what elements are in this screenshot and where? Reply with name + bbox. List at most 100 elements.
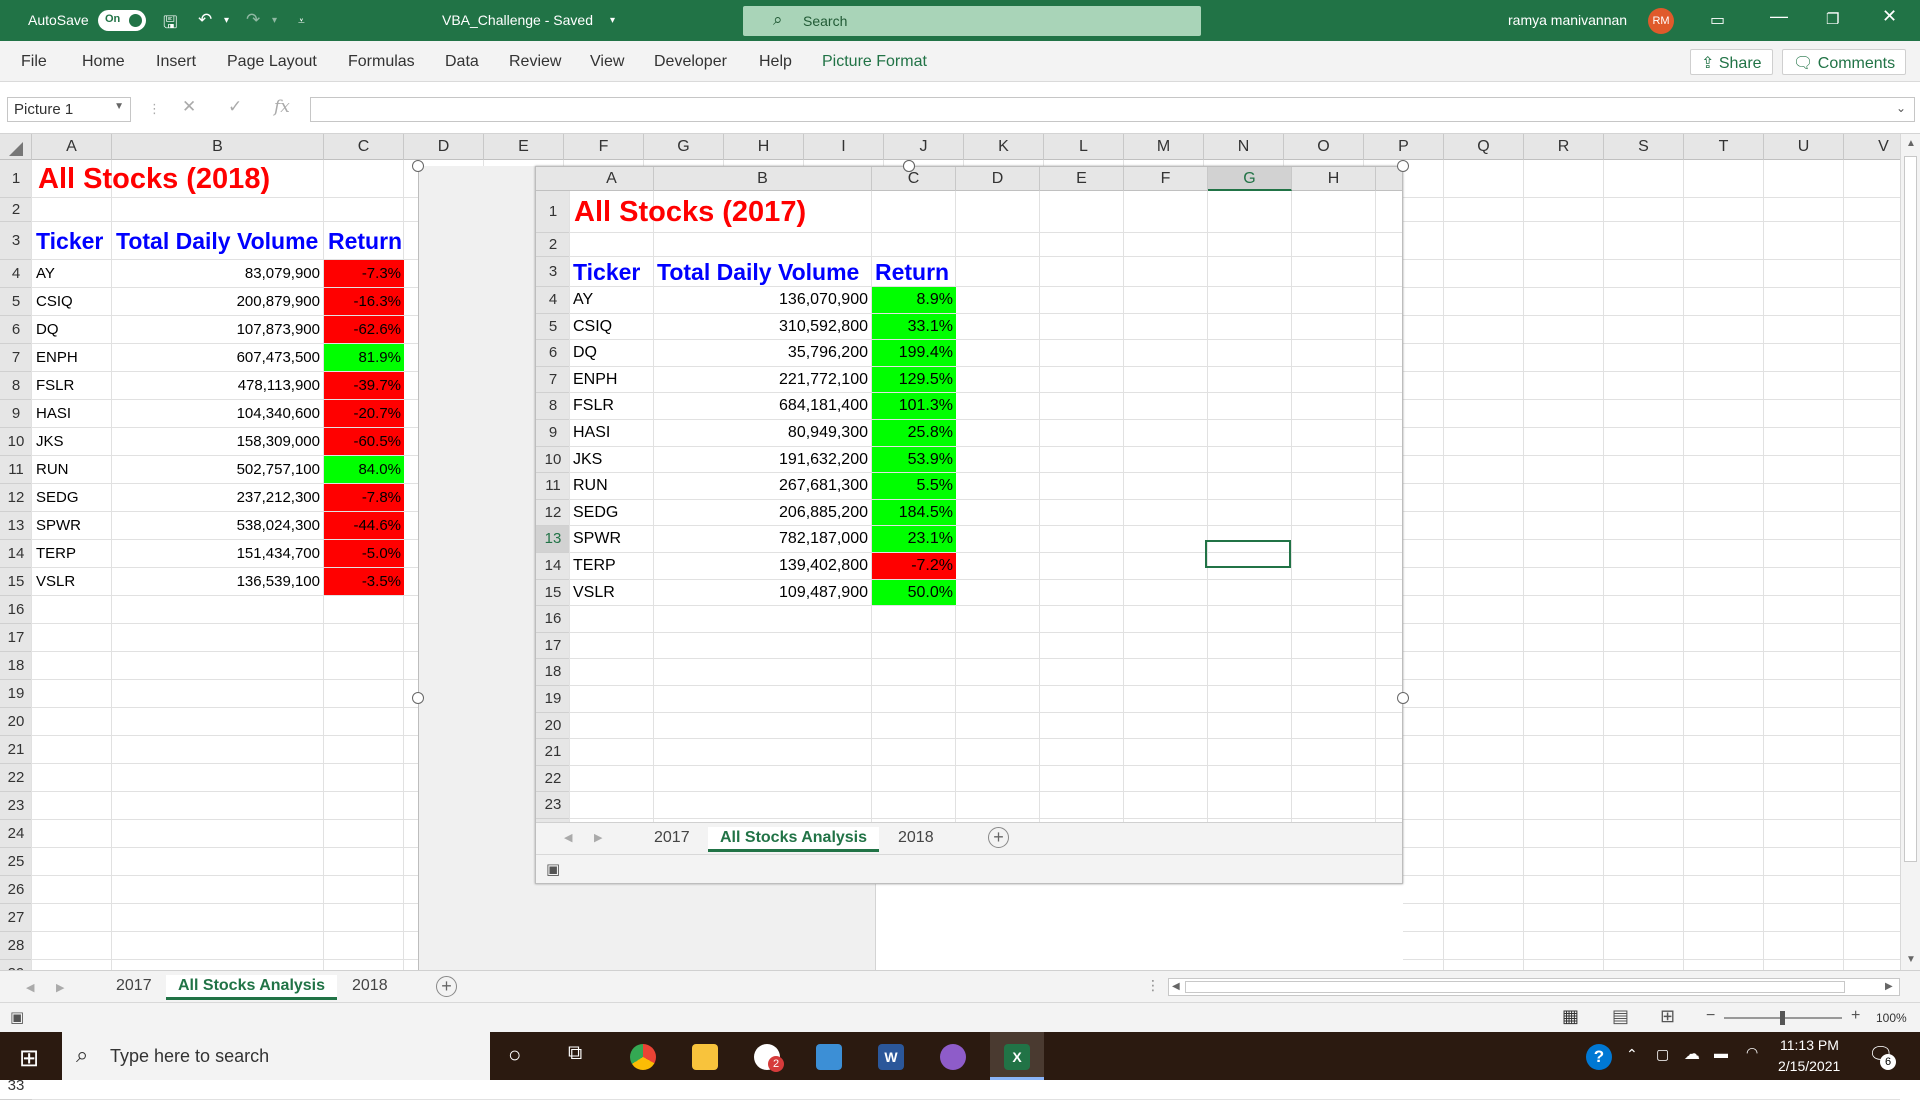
- vertical-scrollbar[interactable]: ▲ ▼: [1900, 134, 1920, 970]
- embedded-picture[interactable]: ABCDEFGH 1 2 3 4 5 6 7 8 9 10 11 12 13 14 15 16 17 18 19 20…: [535, 166, 1403, 884]
- row-header-26[interactable]: 26: [0, 876, 32, 904]
- row-header-5[interactable]: 5: [0, 288, 32, 316]
- task-view-icon[interactable]: ⧉: [568, 1042, 582, 1065]
- row-header-19[interactable]: 19: [0, 680, 32, 708]
- column-header-r[interactable]: R: [1524, 134, 1604, 160]
- scroll-up-icon[interactable]: ▲: [1906, 138, 1916, 149]
- name-box[interactable]: Picture 1 ▼: [7, 97, 131, 122]
- column-header-s[interactable]: S: [1604, 134, 1684, 160]
- normal-view-icon[interactable]: ▦: [1562, 1006, 1579, 1027]
- slack-icon[interactable]: 2: [754, 1044, 784, 1072]
- comments-button[interactable]: 🗨 Comments: [1782, 49, 1907, 75]
- row-header-21[interactable]: 21: [0, 736, 32, 764]
- resize-handle-ml[interactable]: [412, 692, 424, 704]
- row-header-20[interactable]: 20: [0, 708, 32, 736]
- row-header-22[interactable]: 22: [0, 764, 32, 792]
- hscroll-right-icon[interactable]: ▶: [1885, 981, 1893, 992]
- row-header-18[interactable]: 18: [0, 652, 32, 680]
- zoom-level[interactable]: 100%: [1876, 1011, 1907, 1025]
- customize-qa-icon[interactable]: ⩡: [298, 14, 305, 29]
- resize-handle-mr[interactable]: [1397, 692, 1409, 704]
- macro-recording-icon[interactable]: ▣: [10, 1008, 24, 1026]
- scroll-tabs-right-icon[interactable]: ▶: [56, 981, 64, 994]
- tab-data[interactable]: Data: [445, 53, 479, 71]
- column-header-d[interactable]: D: [404, 134, 484, 160]
- ribbon-display-icon[interactable]: ▭: [1710, 10, 1725, 30]
- row-header-6[interactable]: 6: [0, 316, 32, 344]
- column-header-a[interactable]: A: [32, 134, 112, 160]
- row-header-10[interactable]: 10: [0, 428, 32, 456]
- hscroll-left-icon[interactable]: ◀: [1172, 981, 1180, 992]
- sheet-tab-all-stocks-analysis[interactable]: All Stocks Analysis: [166, 975, 338, 1000]
- column-header-l[interactable]: L: [1044, 134, 1124, 160]
- photos-icon[interactable]: [816, 1044, 842, 1070]
- tab-splitter-icon[interactable]: ⋮: [1146, 977, 1160, 994]
- file-explorer-icon[interactable]: [692, 1044, 718, 1070]
- column-header-e[interactable]: E: [484, 134, 564, 160]
- row-header-4[interactable]: 4: [0, 260, 32, 288]
- wifi-icon[interactable]: ◠: [1746, 1044, 1758, 1061]
- formula-input[interactable]: [310, 97, 1915, 122]
- scroll-tabs-left-icon[interactable]: ◀: [26, 981, 34, 994]
- row-header-24[interactable]: 24: [0, 820, 32, 848]
- enter-icon[interactable]: ✓: [228, 97, 242, 117]
- tab-view[interactable]: View: [590, 53, 624, 71]
- column-header-f[interactable]: F: [564, 134, 644, 160]
- row-header-3[interactable]: 3: [0, 222, 32, 260]
- excel-taskbar-active[interactable]: X: [990, 1032, 1044, 1080]
- scroll-down-icon[interactable]: ▼: [1906, 954, 1916, 965]
- rotate-handle[interactable]: [903, 160, 915, 172]
- expand-formula-icon[interactable]: ⌄: [1896, 101, 1906, 115]
- row-header-13[interactable]: 13: [0, 512, 32, 540]
- column-header-i[interactable]: I: [804, 134, 884, 160]
- row-header-28[interactable]: 28: [0, 932, 32, 960]
- tab-formulas[interactable]: Formulas: [348, 53, 415, 71]
- chrome-icon[interactable]: [630, 1044, 656, 1070]
- select-all-corner[interactable]: [0, 134, 32, 160]
- share-button[interactable]: ⇪ Share: [1690, 49, 1773, 75]
- row-header-23[interactable]: 23: [0, 792, 32, 820]
- row-header-2[interactable]: 2: [0, 198, 32, 222]
- row-header-9[interactable]: 9: [0, 400, 32, 428]
- active-cell[interactable]: [1205, 540, 1291, 568]
- more-icon[interactable]: ⋮: [148, 101, 161, 117]
- column-header-n[interactable]: N: [1204, 134, 1284, 160]
- page-layout-view-icon[interactable]: ▤: [1612, 1006, 1629, 1027]
- tab-review[interactable]: Review: [509, 53, 561, 71]
- clock-date[interactable]: 2/15/2021: [1778, 1058, 1840, 1074]
- onedrive-icon[interactable]: ☁: [1684, 1044, 1700, 1064]
- taskbar-search[interactable]: ⌕ Type here to search: [62, 1032, 490, 1080]
- tab-developer[interactable]: Developer: [654, 53, 727, 71]
- minimize-icon[interactable]: —: [1770, 6, 1788, 27]
- close-icon[interactable]: ✕: [1882, 6, 1897, 27]
- tray-chevron-icon[interactable]: ⌃: [1626, 1046, 1638, 1063]
- column-header-j[interactable]: J: [884, 134, 964, 160]
- word-icon[interactable]: W: [878, 1044, 904, 1070]
- zoom-out-icon[interactable]: −: [1706, 1007, 1715, 1025]
- tab-help[interactable]: Help: [759, 53, 792, 71]
- column-header-o[interactable]: O: [1284, 134, 1364, 160]
- row-header-27[interactable]: 27: [0, 904, 32, 932]
- column-header-u[interactable]: U: [1764, 134, 1844, 160]
- resize-handle-tr[interactable]: [1397, 160, 1409, 172]
- column-header-k[interactable]: K: [964, 134, 1044, 160]
- row-header-8[interactable]: 8: [0, 372, 32, 400]
- row-header-14[interactable]: 14: [0, 540, 32, 568]
- column-header-b[interactable]: B: [112, 134, 324, 160]
- add-sheet-icon[interactable]: +: [436, 976, 457, 997]
- help-icon[interactable]: ?: [1586, 1044, 1612, 1070]
- zoom-in-icon[interactable]: +: [1851, 1007, 1860, 1025]
- sheet-tab-2018[interactable]: 2018: [340, 975, 400, 1000]
- fx-icon[interactable]: fx: [274, 97, 290, 117]
- redo-icon[interactable]: ↷: [246, 10, 260, 30]
- name-box-dropdown-icon[interactable]: ▼: [114, 101, 124, 112]
- resize-handle-tl[interactable]: [412, 160, 424, 172]
- column-header-c[interactable]: C: [324, 134, 404, 160]
- tab-file[interactable]: File: [21, 53, 47, 71]
- column-header-m[interactable]: M: [1124, 134, 1204, 160]
- row-header-17[interactable]: 17: [0, 624, 32, 652]
- row-header-25[interactable]: 25: [0, 848, 32, 876]
- tab-home[interactable]: Home: [82, 53, 125, 71]
- row-header-16[interactable]: 16: [0, 596, 32, 624]
- clock-time[interactable]: 11:13 PM: [1780, 1037, 1839, 1053]
